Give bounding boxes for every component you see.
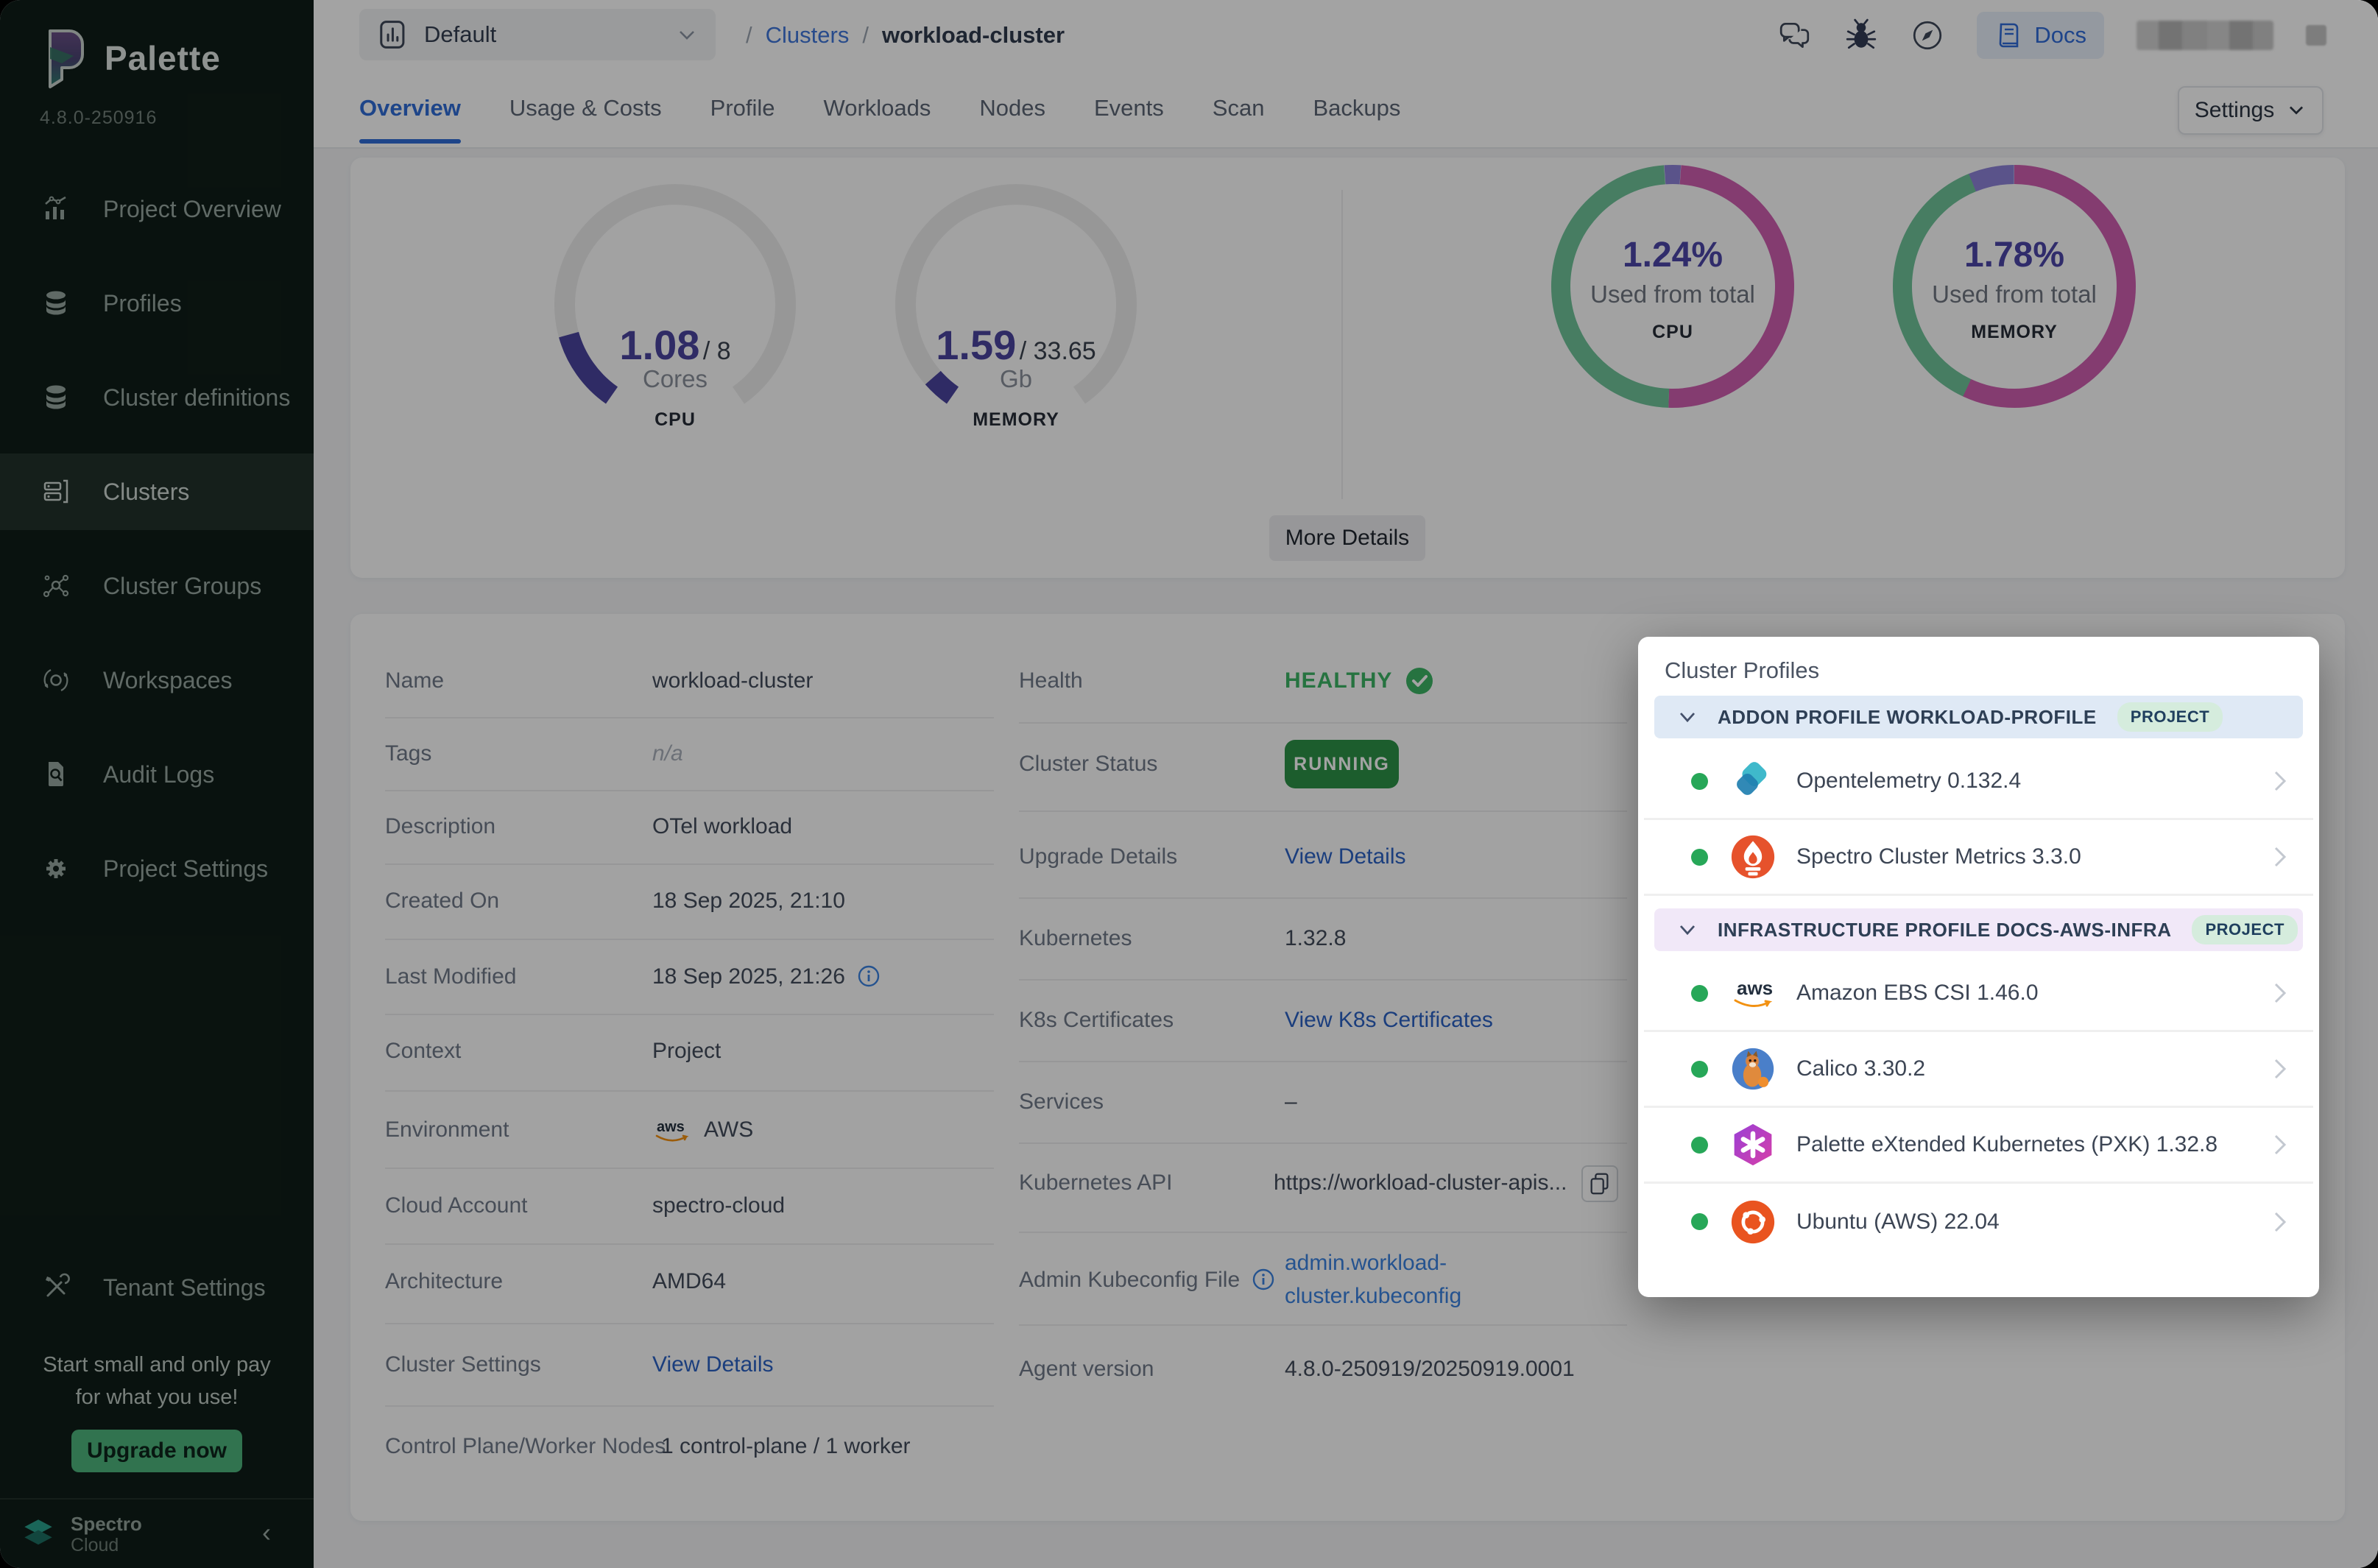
chevron-right-icon — [2272, 1056, 2288, 1082]
chevron-right-icon — [2272, 844, 2288, 870]
addon-profile-section-header[interactable]: ADDON PROFILE WORKLOAD-PROFILE PROJECT — [1654, 696, 2303, 738]
app-window: Palette 4.8.0-250916 Project Overview Pr… — [0, 0, 2378, 1568]
project-badge: PROJECT — [2117, 702, 2223, 732]
status-dot — [1691, 1213, 1708, 1230]
svg-text:aws: aws — [1737, 977, 1773, 999]
project-badge: PROJECT — [2192, 915, 2297, 944]
status-dot — [1691, 1137, 1708, 1154]
status-dot — [1691, 773, 1708, 790]
profile-layer-opentelemetry[interactable]: Opentelemetry 0.132.4 — [1644, 744, 2313, 820]
status-dot — [1691, 1061, 1708, 1078]
profile-layer-pxk[interactable]: Palette eXtended Kubernetes (PXK) 1.32.8 — [1644, 1108, 2313, 1184]
pxk-icon — [1729, 1120, 1777, 1169]
profile-layer-ubuntu[interactable]: Ubuntu (AWS) 22.04 — [1644, 1184, 2313, 1260]
infrastructure-profile-section-header[interactable]: INFRASTRUCTURE PROFILE DOCS-AWS-INFRA PR… — [1654, 908, 2303, 951]
chevron-down-icon — [1675, 921, 1700, 939]
ubuntu-icon — [1729, 1198, 1777, 1246]
status-dot — [1691, 849, 1708, 866]
chevron-right-icon — [2272, 980, 2288, 1006]
chevron-right-icon — [2272, 1209, 2288, 1235]
chevron-down-icon — [1675, 708, 1700, 726]
status-dot — [1691, 985, 1708, 1002]
prometheus-icon — [1729, 833, 1777, 881]
chevron-right-icon — [2272, 768, 2288, 794]
chevron-right-icon — [2272, 1131, 2288, 1158]
calico-icon — [1729, 1045, 1777, 1093]
opentelemetry-icon — [1729, 757, 1777, 805]
profile-layer-amazon-ebs-csi[interactable]: aws Amazon EBS CSI 1.46.0 — [1644, 956, 2313, 1032]
cluster-profiles-panel: Cluster Profiles ADDON PROFILE WORKLOAD-… — [1638, 637, 2319, 1297]
aws-logo-icon: aws — [1729, 969, 1777, 1017]
profile-layer-calico[interactable]: Calico 3.30.2 — [1644, 1032, 2313, 1108]
cluster-profiles-title: Cluster Profiles — [1665, 657, 1819, 684]
profile-layer-spectro-cluster-metrics[interactable]: Spectro Cluster Metrics 3.3.0 — [1644, 820, 2313, 896]
